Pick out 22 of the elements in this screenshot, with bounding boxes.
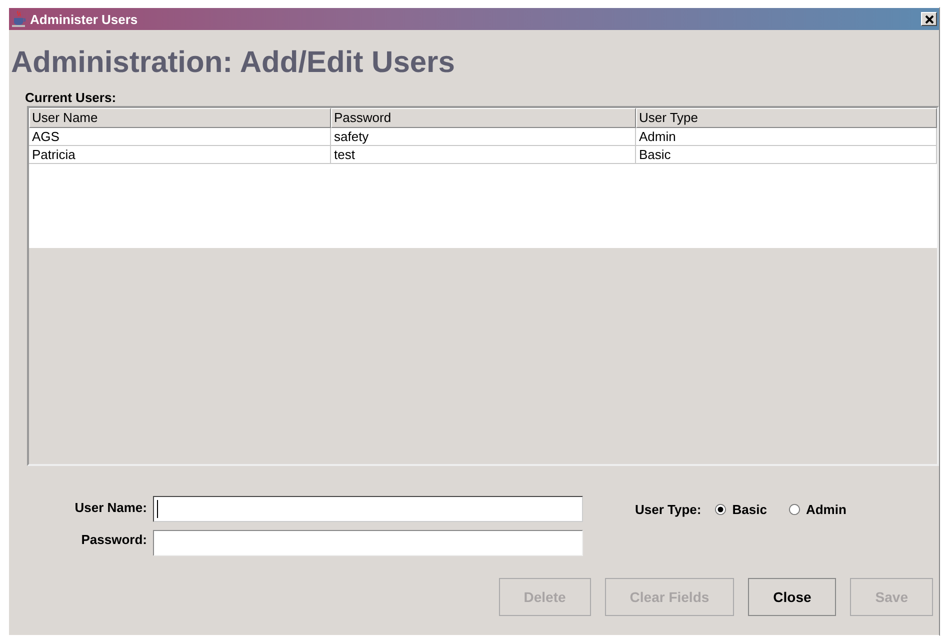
- table-cell: Patricia: [29, 146, 331, 164]
- dialog-button[interactable]: Close: [748, 578, 836, 616]
- field-label: User Name:: [74, 499, 147, 517]
- radio-button[interactable]: Basic: [715, 502, 767, 516]
- window-title: Administer Users: [30, 12, 139, 26]
- field-label: Password:: [81, 531, 147, 549]
- input-field[interactable]: [153, 496, 583, 522]
- column-header[interactable]: User Name: [29, 108, 331, 128]
- table-label: Current Users:: [25, 90, 118, 105]
- radio-button[interactable]: Admin: [788, 502, 846, 516]
- table-cell: AGS: [29, 128, 331, 146]
- column-header[interactable]: Password: [331, 108, 636, 128]
- input-field[interactable]: [153, 530, 583, 556]
- column-header[interactable]: User Type: [636, 108, 937, 128]
- table-cell: safety: [331, 128, 636, 146]
- table-cell: test: [331, 146, 636, 164]
- table-cell: Basic: [636, 146, 937, 164]
- table-cell: Admin: [636, 128, 937, 146]
- coffee-cup-icon: [12, 11, 26, 27]
- page-heading: Administration: Add/Edit Users: [11, 46, 456, 80]
- user-type-label: User Type:: [635, 502, 702, 516]
- close-icon[interactable]: [921, 12, 937, 26]
